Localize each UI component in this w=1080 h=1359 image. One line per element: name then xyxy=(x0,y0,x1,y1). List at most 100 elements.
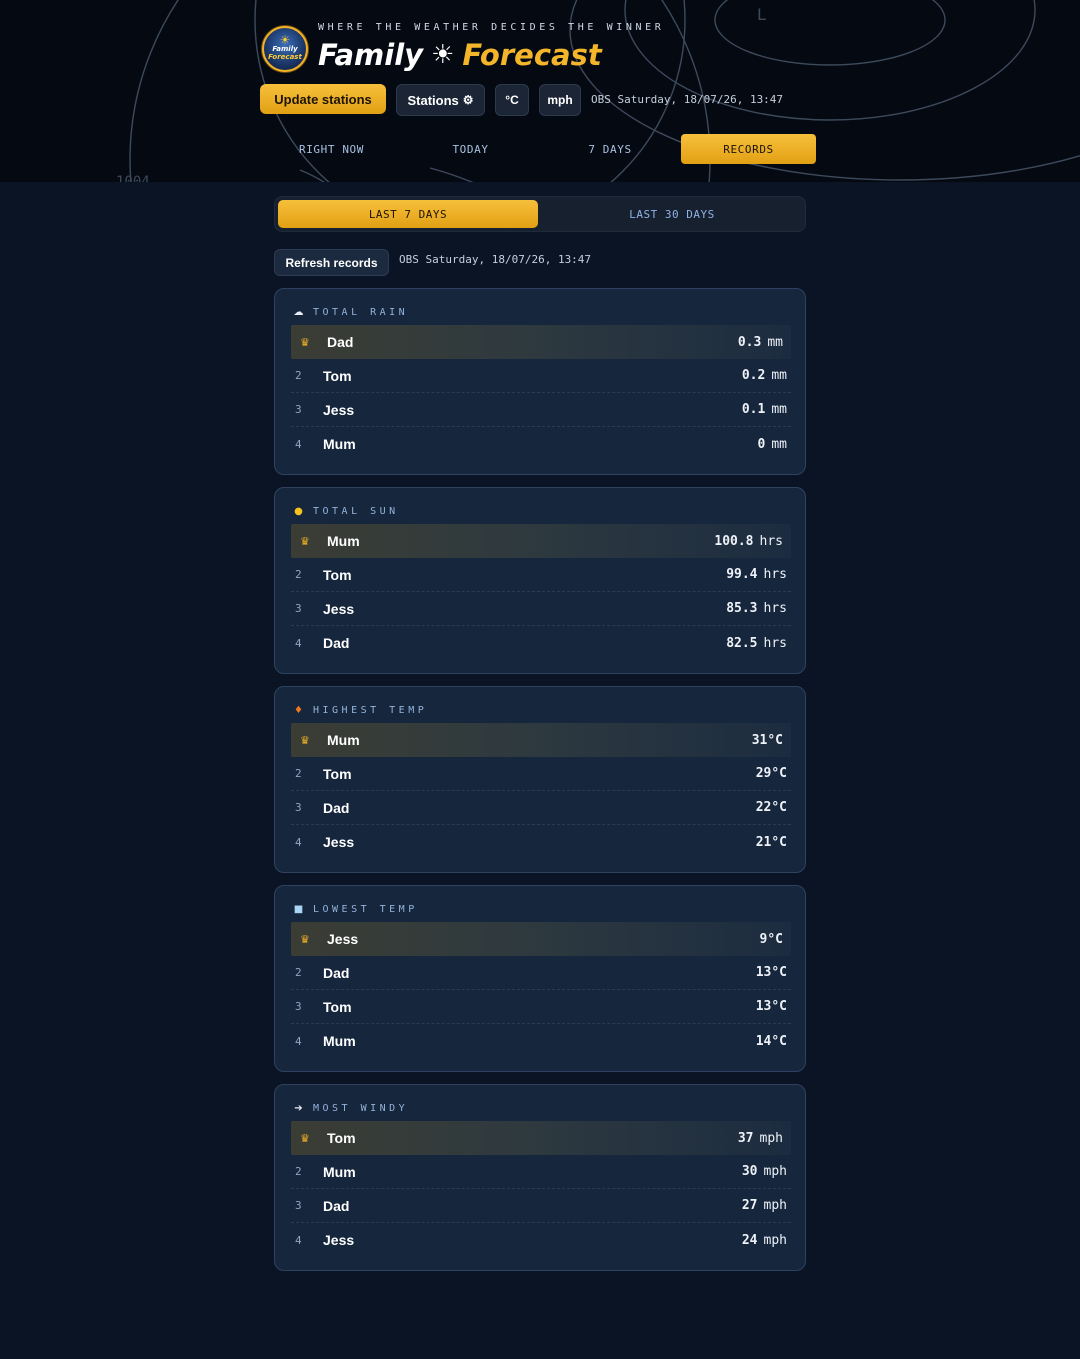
record-card-title: MOST WINDY xyxy=(313,1102,409,1114)
record-unit: mm xyxy=(771,402,787,417)
tab-last-30-days[interactable]: LAST 30 DAYS xyxy=(542,200,802,228)
logo-text-family: Family xyxy=(272,44,298,53)
member-name: Tom xyxy=(327,1130,356,1146)
leader-row: ♛ Tom 37 mph xyxy=(291,1121,791,1155)
stations-label: Stations xyxy=(407,92,459,108)
tab-right-now[interactable]: RIGHT NOW xyxy=(262,134,401,164)
record-number: 21°C xyxy=(755,834,787,850)
wind-icon: ➔ xyxy=(294,1102,303,1114)
tab-7-days[interactable]: 7 DAYS xyxy=(540,134,680,164)
record-number: 9°C xyxy=(759,931,783,947)
record-value: 0 mm xyxy=(758,437,791,452)
record-unit: mph xyxy=(763,1164,787,1179)
record-value: 21°C xyxy=(756,835,791,850)
celsius-toggle[interactable]: °C xyxy=(495,84,529,116)
ranking-row: 2 Dad 13°C xyxy=(291,956,791,990)
record-number: 30 xyxy=(741,1164,758,1179)
logo-text-forecast: Forecast xyxy=(268,52,302,61)
record-value: 22°C xyxy=(756,800,791,815)
rank-number: 4 xyxy=(295,1233,302,1247)
record-value: 0.1 mm xyxy=(742,402,791,417)
member-name: Jess xyxy=(323,834,355,850)
record-value: 29°C xyxy=(756,766,791,781)
crown-icon: ♛ xyxy=(300,733,310,747)
brand-title: Family ☀ Forecast xyxy=(318,36,602,74)
mph-toggle[interactable]: mph xyxy=(539,84,581,116)
record-number: 85.3 xyxy=(726,601,758,616)
member-name: Mum xyxy=(323,1033,356,1049)
record-unit: mph xyxy=(763,1232,787,1248)
member-name: Tom xyxy=(323,998,352,1015)
leader-row: ♛ Mum 31°C xyxy=(291,723,791,757)
ranking-row: 4 Mum 14°C xyxy=(291,1024,791,1058)
member-name: Mum xyxy=(327,732,360,748)
record-number: 13°C xyxy=(755,999,787,1014)
record-unit: hrs xyxy=(763,601,787,616)
member-name: Tom xyxy=(323,367,352,384)
leader-row: ♛ Dad 0.3 mm xyxy=(291,325,791,359)
record-value: 100.8 hrs xyxy=(714,534,791,549)
ranking-row: 3 Jess 85.3 hrs xyxy=(291,592,791,626)
rank-number: 3 xyxy=(295,801,302,814)
record-value: 99.4 hrs xyxy=(726,567,791,582)
record-card-header: ☁ TOTAL RAIN xyxy=(292,305,408,319)
stations-button[interactable]: Stations ⚙ xyxy=(396,84,485,116)
logo-sun-icon: ☀ xyxy=(279,32,291,47)
record-card: ➔ MOST WINDY ♛ Tom 37 mph 2 Mum 30 mph 3 Dad 27 mph 4 J… xyxy=(274,1084,806,1271)
ranking-row: 4 Jess 21°C xyxy=(291,825,791,859)
record-value: 24 mph xyxy=(742,1233,791,1248)
crown-icon: ♛ xyxy=(300,932,310,946)
record-unit: mm xyxy=(767,334,783,350)
member-name: Mum xyxy=(327,533,360,549)
record-unit: hrs xyxy=(763,635,787,651)
member-name: Dad xyxy=(323,1197,350,1214)
member-name: Tom xyxy=(323,765,352,782)
record-card-title: LOWEST TEMP xyxy=(313,903,418,915)
rank-number: 2 xyxy=(295,369,302,382)
ranking-row: 4 Dad 82.5 hrs xyxy=(291,626,791,660)
rank-number: 2 xyxy=(295,568,302,581)
update-stations-button[interactable]: Update stations xyxy=(260,84,386,114)
ranking-row: 3 Tom 13°C xyxy=(291,990,791,1024)
record-card-title: TOTAL SUN xyxy=(313,505,399,517)
crown-icon: ♛ xyxy=(300,1131,310,1145)
refresh-records-button[interactable]: Refresh records xyxy=(274,249,389,276)
ranking-row: 2 Tom 29°C xyxy=(291,757,791,791)
ranking-row: 2 Mum 30 mph xyxy=(291,1155,791,1189)
record-number: 0.2 xyxy=(741,368,766,383)
member-name: Jess xyxy=(323,401,355,418)
rank-number: 4 xyxy=(295,1034,302,1048)
record-number: 99.4 xyxy=(726,567,758,582)
crown-icon: ♛ xyxy=(300,335,310,349)
tab-last-7-days[interactable]: LAST 7 DAYS xyxy=(278,200,538,228)
member-name: Dad xyxy=(323,799,350,816)
record-value: 31°C xyxy=(752,733,791,748)
record-number: 22°C xyxy=(755,800,787,815)
record-card-title: HIGHEST TEMP xyxy=(313,704,428,716)
record-value: 13°C xyxy=(756,999,791,1014)
ranking-row: 2 Tom 99.4 hrs xyxy=(291,558,791,592)
member-name: Mum xyxy=(323,436,356,452)
record-value: 27 mph xyxy=(742,1198,791,1213)
rank-number: 3 xyxy=(295,1199,302,1212)
tab-records[interactable]: RECORDS xyxy=(681,134,816,164)
record-card: ■ LOWEST TEMP ♛ Jess 9°C 2 Dad 13°C 3 Tom 13°C 4 Mum… xyxy=(274,885,806,1072)
leader-row: ♛ Mum 100.8 hrs xyxy=(291,524,791,558)
brand-word-forecast: Forecast xyxy=(462,38,602,72)
ranking-row: 2 Tom 0.2 mm xyxy=(291,359,791,393)
brand-word-family: Family xyxy=(318,38,424,72)
member-name: Dad xyxy=(323,635,350,651)
ranking-row: 4 Jess 24 mph xyxy=(291,1223,791,1257)
rank-number: 4 xyxy=(295,437,302,451)
record-card: ♦ HIGHEST TEMP ♛ Mum 31°C 2 Tom 29°C 3 Dad 22°C 4 Je… xyxy=(274,686,806,873)
record-number: 82.5 xyxy=(726,635,758,651)
record-number: 27 xyxy=(741,1198,758,1213)
member-name: Dad xyxy=(323,964,350,981)
tab-today[interactable]: TODAY xyxy=(401,134,540,164)
member-name: Jess xyxy=(323,600,355,617)
record-card: ☁ TOTAL RAIN ♛ Dad 0.3 mm 2 Tom 0.2 mm 3 Jess 0.1 mm 4… xyxy=(274,288,806,475)
app-logo: ☀ Family Forecast xyxy=(262,26,308,72)
app-header: 1004 L ☀ Family Forecast WHERE THE WEATH… xyxy=(0,0,1080,182)
record-number: 24 xyxy=(741,1232,758,1248)
record-number: 100.8 xyxy=(714,533,754,549)
